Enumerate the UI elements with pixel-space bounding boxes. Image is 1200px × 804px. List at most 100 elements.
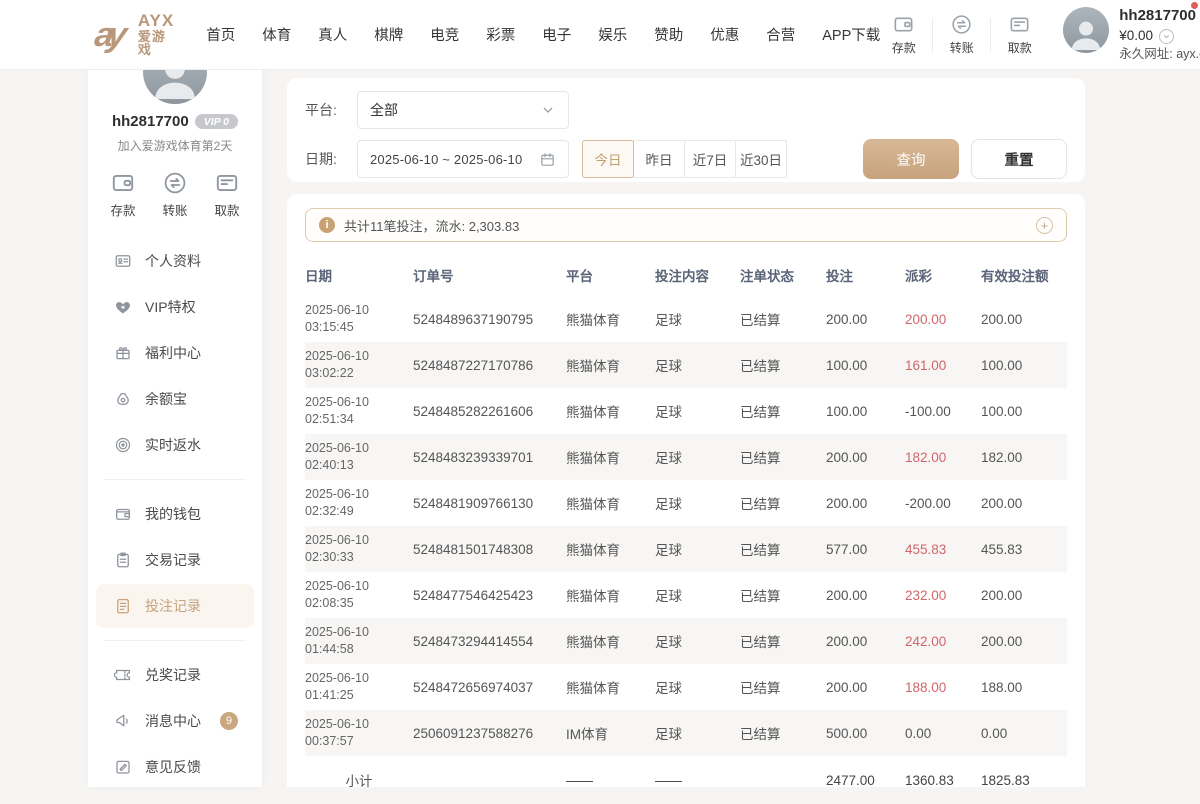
platform: 熊猫体育 (566, 355, 655, 375)
bet-record-icon (114, 597, 132, 615)
valid-bet-amount: 200.00 (981, 634, 1067, 649)
permanent-url-label: 永久网址: ayx.com (1119, 47, 1200, 63)
bet-records-panel: i 共计11笔投注，流水: 2,303.83 + 日期 订单号 平台 投注内容 … (287, 194, 1085, 787)
bet-date: 2025-06-10 (305, 394, 413, 411)
sidebar: hh2817700 VIP 0 加入爱游戏体育第2天 存款 转账 取款 (88, 0, 262, 787)
sidebar-menu-item[interactable]: 消息中心 9 (96, 699, 254, 743)
platform: 熊猫体育 (566, 677, 655, 697)
bet-date: 2025-06-10 (305, 532, 413, 549)
sidebar-menu-item[interactable]: 实时返水 (96, 423, 254, 467)
bet-content: 足球 (655, 447, 740, 467)
nav-item[interactable]: 赞助 (654, 24, 683, 45)
valid-bet-amount: 0.00 (981, 726, 1067, 741)
order-number: 5248481501748308 (413, 542, 566, 557)
subtotal-payout: 1360.83 (905, 773, 981, 788)
valid-bet-amount: 182.00 (981, 450, 1067, 465)
bet-status: 已结算 (740, 447, 826, 467)
platform: IM体育 (566, 723, 655, 743)
nav-item[interactable]: 彩票 (486, 24, 515, 45)
nav-item[interactable]: 电子 (542, 24, 571, 45)
platform: 熊猫体育 (566, 539, 655, 559)
sidebar-quick-action[interactable]: 取款 (214, 170, 240, 219)
sidebar-item-label: 我的钱包 (145, 504, 201, 524)
top-header: ay AYX 爱游戏 首页 体育 真人 棋牌 电竞 彩票 电子 娱乐 赞助 优惠 合营 APP下载 存… (0, 0, 1200, 70)
column-header: 投注内容 (655, 265, 740, 285)
date-range-picker[interactable]: 2025-06-10 ~ 2025-06-10 (357, 140, 569, 178)
expand-icon[interactable]: + (1036, 217, 1053, 234)
nav-item[interactable]: 体育 (262, 24, 291, 45)
sidebar-menu-item[interactable]: 个人资料 (96, 239, 254, 283)
bet-content: 足球 (655, 309, 740, 329)
person-icon (1066, 15, 1106, 53)
date-range-segment[interactable]: 昨日 (633, 140, 685, 178)
quick-action-label: 转账 (162, 200, 187, 219)
sidebar-menu-item[interactable]: 兑奖记录 (96, 653, 254, 697)
bet-date: 2025-06-10 (305, 348, 413, 365)
sidebar-menu-item[interactable]: 交易记录 (96, 538, 254, 582)
bet-date: 2025-06-10 (305, 670, 413, 687)
platform-select[interactable]: 全部 (357, 91, 569, 129)
filter-panel: 平台: 全部 日期: 2025-06-10 ~ 2025-06-10 今日昨日近… (287, 78, 1085, 182)
nav-item[interactable]: 合营 (766, 24, 795, 45)
header-quick-action[interactable]: 转账 (938, 13, 985, 56)
table-row: 2025-06-10 01:44:58 5248473294414554 熊猫体… (305, 618, 1067, 664)
payout-amount: 188.00 (905, 680, 981, 695)
bet-amount: 100.00 (826, 358, 905, 373)
bet-date: 2025-06-10 (305, 440, 413, 457)
summary-bar: i 共计11笔投注，流水: 2,303.83 + (305, 208, 1067, 242)
search-button[interactable]: 查询 (863, 139, 959, 179)
date-filter-label: 日期: (305, 149, 357, 169)
sidebar-item-label: 福利中心 (145, 343, 201, 363)
nav-item[interactable]: 真人 (318, 24, 347, 45)
main-nav: 首页 体育 真人 棋牌 电竞 彩票 电子 娱乐 赞助 优惠 合营 APP下载 (206, 24, 880, 45)
bet-status: 已结算 (740, 493, 826, 513)
bet-status: 已结算 (740, 401, 826, 421)
sidebar-quick-action[interactable]: 存款 (110, 170, 136, 219)
sidebar-menu-item[interactable]: 我的钱包 (96, 492, 254, 536)
header-quick-action[interactable]: 存款 (880, 13, 927, 56)
nav-item[interactable]: APP下载 (822, 24, 880, 45)
sidebar-menu-item[interactable]: 福利中心 (96, 331, 254, 375)
bet-status: 已结算 (740, 539, 826, 559)
nav-item[interactable]: 电竞 (430, 24, 459, 45)
rebate-icon (114, 436, 132, 454)
date-range-segment[interactable]: 近7日 (684, 140, 736, 178)
table-header-row: 日期 订单号 平台 投注内容 注单状态 投注 派彩 有效投注额 (305, 254, 1067, 296)
subtotal-valid: 1825.83 (981, 773, 1067, 788)
header-quick-actions: 存款 转账 取款 (880, 13, 1043, 56)
calendar-icon (539, 151, 556, 168)
table-body: 2025-06-10 03:15:45 5248489637190795 熊猫体… (305, 296, 1067, 756)
nav-item[interactable]: 优惠 (710, 24, 739, 45)
gift-icon (114, 344, 132, 362)
bet-amount: 200.00 (826, 450, 905, 465)
date-range-segment[interactable]: 近30日 (735, 140, 787, 178)
column-header: 订单号 (413, 265, 566, 285)
quick-action-label: 取款 (214, 200, 239, 219)
valid-bet-amount: 100.00 (981, 358, 1067, 373)
sidebar-menu-item[interactable]: 意见反馈 (96, 745, 254, 789)
sidebar-menu-item[interactable]: 余额宝 (96, 377, 254, 421)
sidebar-item-label: 消息中心 (145, 711, 201, 731)
sidebar-username: hh2817700 (112, 113, 189, 130)
brand-logo[interactable]: ay AYX 爱游戏 (95, 12, 174, 57)
balance-refresh-toggle[interactable] (1159, 29, 1174, 44)
sidebar-menu-item[interactable]: VIP特权 (96, 285, 254, 329)
nav-item[interactable]: 首页 (206, 24, 235, 45)
date-range-segment[interactable]: 今日 (582, 140, 634, 178)
nav-item[interactable]: 娱乐 (598, 24, 627, 45)
reset-button[interactable]: 重置 (971, 139, 1067, 179)
bet-content: 足球 (655, 539, 740, 559)
bet-amount: 100.00 (826, 404, 905, 419)
sidebar-menu-item[interactable]: 投注记录 (96, 584, 254, 628)
bet-content: 足球 (655, 493, 740, 513)
user-avatar[interactable] (1063, 7, 1109, 53)
header-quick-action[interactable]: 取款 (996, 13, 1043, 56)
unread-count-badge: 9 (220, 712, 238, 730)
notification-dot (1190, 1, 1199, 10)
bet-status: 已结算 (740, 631, 826, 651)
feedback-icon (114, 758, 132, 776)
deposit-icon (892, 13, 915, 36)
deposit-icon (110, 170, 136, 196)
nav-item[interactable]: 棋牌 (374, 24, 403, 45)
sidebar-quick-action[interactable]: 转账 (162, 170, 188, 219)
